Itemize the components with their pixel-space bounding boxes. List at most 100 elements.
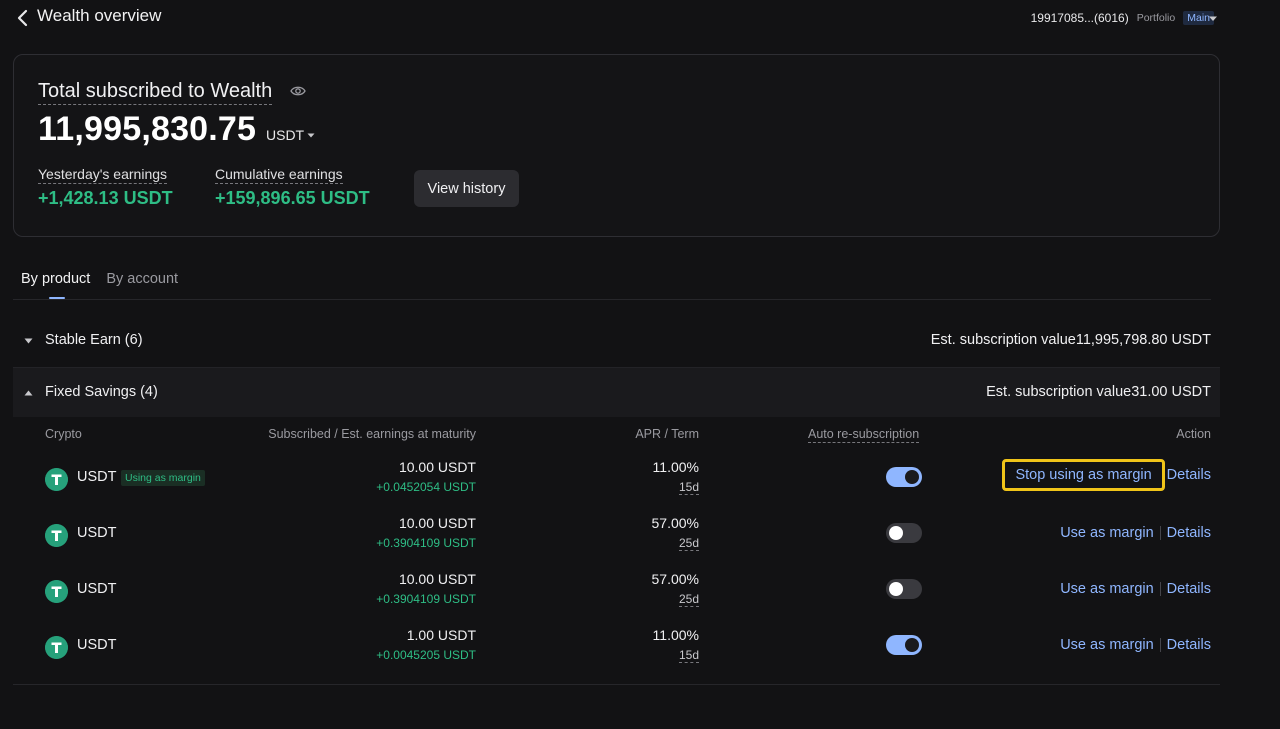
row-actions: Use as margin Details: [1060, 581, 1211, 597]
subscribed-amount: 10.00 USDT: [398, 459, 476, 475]
term-value: 15d: [678, 480, 699, 495]
details-link[interactable]: Details: [1167, 637, 1211, 653]
table-row: USDT 1.00 USDT +0.0045205 USDT 11.00% 15…: [13, 625, 1220, 681]
details-link[interactable]: Details: [1167, 467, 1211, 483]
subscribed-amount: 10.00 USDT: [398, 571, 476, 587]
caret-down-icon[interactable]: [24, 338, 33, 344]
tether-icon: [45, 468, 68, 491]
column-header-apr: APR / Term: [635, 427, 699, 441]
divider: [13, 299, 1211, 300]
details-link[interactable]: Details: [1167, 581, 1211, 597]
coin-name: USDT: [77, 637, 117, 653]
apr-cell: 11.00% 15d: [653, 459, 699, 496]
group-name: Stable Earn (6): [45, 332, 143, 348]
coin-name: USDT: [77, 469, 117, 485]
table-row: USDT 10.00 USDT +0.3904109 USDT 57.00% 2…: [13, 513, 1220, 569]
toggle-knob: [905, 638, 919, 652]
est-label: Est. subscription value: [986, 384, 1132, 400]
term-value: 25d: [678, 592, 699, 607]
caret-down-icon[interactable]: [1208, 16, 1218, 22]
toggle-knob: [889, 582, 903, 596]
table-header: Crypto Subscribed / Est. earnings at mat…: [13, 418, 1220, 450]
est-label: Est. subscription value: [930, 332, 1076, 348]
subscribed-cell: 1.00 USDT +0.0045205 USDT: [376, 627, 476, 662]
auto-resubscription-toggle[interactable]: [886, 467, 922, 487]
column-header-action: Action: [1176, 427, 1211, 441]
subscribed-cell: 10.00 USDT +0.3904109 USDT: [376, 571, 476, 606]
group-fixed-savings[interactable]: Fixed Savings (4) Est. subscription valu…: [13, 367, 1220, 417]
portfolio-label: Portfolio: [1136, 12, 1176, 24]
group-est-value: Est. subscription value31.00 USDT: [986, 384, 1211, 400]
action-separator: [1159, 526, 1161, 540]
subscribed-cell: 10.00 USDT +0.0452054 USDT: [376, 459, 476, 494]
action-separator: [1159, 638, 1161, 652]
toggle-knob: [889, 526, 903, 540]
apr-value: 11.00%: [652, 627, 699, 643]
total-subscribed-label: Total subscribed to Wealth: [38, 80, 273, 105]
yesterday-earnings-label: Yesterday's earnings: [38, 166, 168, 184]
row-actions: Stop using as margin Details: [1002, 459, 1211, 491]
apr-value: 57.00%: [651, 571, 699, 587]
view-history-button[interactable]: View history: [414, 170, 519, 207]
table-row: USDT Using as margin 10.00 USDT +0.04520…: [13, 457, 1220, 513]
top-bar: Wealth overview 19917085...(6016) Portfo…: [0, 0, 1280, 36]
toggle-knob: [905, 470, 919, 484]
cumulative-earnings: Cumulative earnings +159,896.65 USDT: [215, 166, 370, 209]
currency-unit-select[interactable]: USDT: [266, 127, 304, 143]
group-stable-earn[interactable]: Stable Earn (6) Est. subscription value1…: [13, 316, 1220, 366]
tab-by-account[interactable]: By account: [106, 271, 178, 287]
use-as-margin-link[interactable]: Use as margin: [1060, 637, 1153, 653]
coin-name: USDT: [77, 581, 117, 597]
subscribed-cell: 10.00 USDT +0.3904109 USDT: [376, 515, 476, 550]
column-header-auto-resubscription[interactable]: Auto re-subscription: [808, 427, 920, 443]
details-link[interactable]: Details: [1167, 525, 1211, 541]
yesterday-earnings-value: +1,428.13 USDT: [38, 188, 173, 208]
total-subscribed-value: 11,995,830.75: [38, 110, 257, 148]
est-earnings: +0.3904109 USDT: [376, 536, 476, 550]
apr-cell: 11.00% 15d: [653, 627, 699, 664]
auto-resubscription-toggle[interactable]: [886, 635, 922, 655]
row-actions: Use as margin Details: [1060, 525, 1211, 541]
auto-resubscription-toggle[interactable]: [886, 523, 922, 543]
divider: [13, 684, 1220, 685]
apr-cell: 57.00% 25d: [652, 571, 699, 608]
est-value: 11,995,798.80 USDT: [1075, 332, 1211, 348]
use-as-margin-link[interactable]: Use as margin: [1060, 525, 1153, 541]
est-earnings: +0.0045205 USDT: [376, 648, 476, 662]
account-selector[interactable]: 19917085...(6016) Portfolio Main: [1031, 11, 1214, 25]
group-est-value: Est. subscription value11,995,798.80 USD…: [931, 332, 1211, 348]
apr-value: 11.00%: [652, 459, 699, 475]
tether-icon: [45, 524, 68, 547]
est-earnings: +0.3904109 USDT: [376, 592, 476, 606]
column-header-crypto: Crypto: [45, 427, 82, 441]
using-as-margin-badge: Using as margin: [121, 470, 205, 486]
action-separator: [1159, 582, 1161, 596]
caret-down-icon[interactable]: [307, 133, 315, 138]
page-title: Wealth overview: [37, 6, 162, 25]
apr-value: 57.00%: [651, 515, 699, 531]
term-value: 15d: [678, 648, 699, 663]
account-id: 19917085...(6016): [1030, 11, 1129, 25]
use-as-margin-link[interactable]: Use as margin: [1060, 581, 1153, 597]
eye-icon[interactable]: [290, 85, 306, 97]
est-value: 31.00 USDT: [1131, 384, 1211, 400]
auto-resubscription-toggle[interactable]: [886, 579, 922, 599]
view-tabs: By product By account: [21, 271, 194, 287]
column-header-subscribed: Subscribed / Est. earnings at maturity: [268, 427, 476, 441]
tab-by-product[interactable]: By product: [21, 271, 90, 287]
group-name: Fixed Savings (4): [45, 384, 158, 400]
subscribed-amount: 10.00 USDT: [398, 515, 476, 531]
chevron-left-icon[interactable]: [16, 9, 30, 27]
apr-cell: 57.00% 25d: [652, 515, 699, 552]
cumulative-earnings-label: Cumulative earnings: [215, 166, 343, 184]
subscribed-amount: 1.00 USDT: [406, 627, 476, 643]
coin-name: USDT: [77, 525, 117, 541]
caret-up-icon[interactable]: [24, 390, 33, 396]
stop-using-as-margin-link[interactable]: Stop using as margin: [1002, 459, 1165, 491]
row-actions: Use as margin Details: [1060, 637, 1211, 653]
wealth-summary-card: Total subscribed to Wealth 11,995,830.75…: [13, 54, 1220, 237]
cumulative-earnings-value: +159,896.65 USDT: [215, 188, 370, 208]
term-value: 25d: [678, 536, 699, 551]
table-row: USDT 10.00 USDT +0.3904109 USDT 57.00% 2…: [13, 569, 1220, 625]
tether-icon: [45, 636, 68, 659]
